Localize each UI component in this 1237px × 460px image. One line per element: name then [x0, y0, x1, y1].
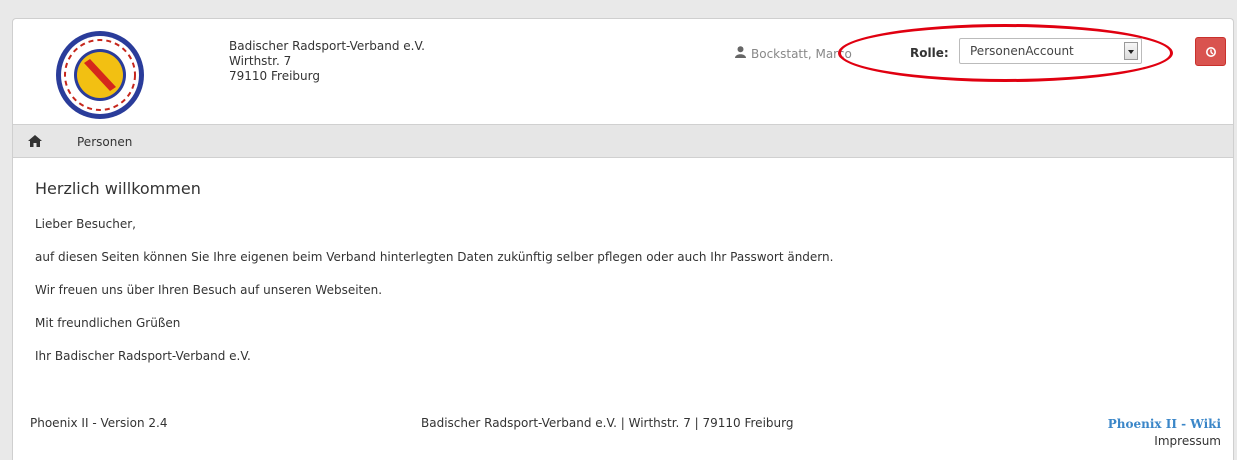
power-icon [1206, 47, 1216, 57]
page-title: Herzlich willkommen [35, 179, 201, 198]
org-street: Wirthstr. 7 [229, 54, 292, 68]
org-name: Badischer Radsport-Verband e.V. [229, 39, 425, 53]
footer-links: Phoenix II - Wiki Impressum [1108, 416, 1221, 450]
impressum-link[interactable]: Impressum [1108, 433, 1221, 450]
paragraph: Wir freuen uns über Ihren Besuch auf uns… [35, 283, 383, 297]
paragraph: Mit freundlichen Grüßen [35, 316, 181, 330]
paragraph: auf diesen Seiten können Sie Ihre eigene… [35, 250, 834, 264]
paragraph: Ihr Badischer Radsport-Verband e.V. [35, 349, 251, 363]
app-frame: Badischer Radsport-Verband e.V. Wirthstr… [12, 18, 1234, 460]
nav-item-personen[interactable]: Personen [77, 135, 132, 149]
footer-version: Phoenix II - Version 2.4 [30, 416, 168, 430]
wiki-link[interactable]: Phoenix II - Wiki [1108, 416, 1221, 433]
home-icon[interactable] [28, 135, 42, 150]
logo [54, 29, 146, 121]
logout-button[interactable] [1195, 37, 1226, 66]
main-content: Herzlich willkommen Lieber Besucher, auf… [35, 179, 833, 382]
nav-bar: Personen [13, 124, 1233, 158]
paragraph: Lieber Besucher, [35, 217, 136, 231]
org-address: Badischer Radsport-Verband e.V. Wirthstr… [229, 39, 425, 84]
user-icon [735, 46, 746, 61]
user-name: Bockstatt, Marco [751, 46, 852, 61]
footer-address: Badischer Radsport-Verband e.V. | Wirths… [421, 416, 794, 430]
user-info[interactable]: Bockstatt, Marco [735, 46, 852, 61]
header: Badischer Radsport-Verband e.V. Wirthstr… [13, 19, 1233, 124]
org-city: 79110 Freiburg [229, 69, 320, 83]
annotation-ellipse [838, 24, 1173, 82]
